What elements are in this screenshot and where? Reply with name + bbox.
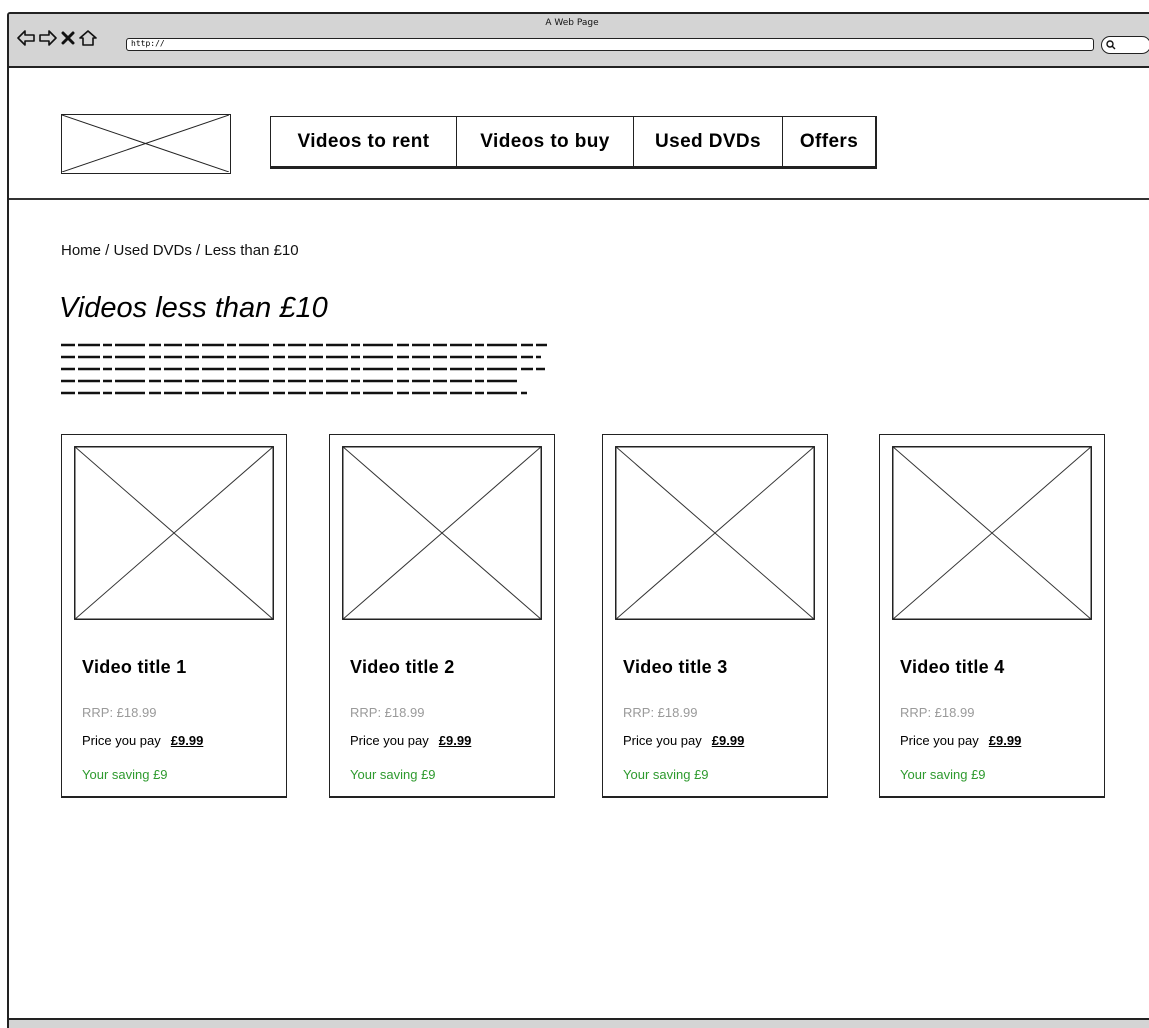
product-rrp: RRP: £18.99: [900, 705, 975, 720]
nav-videos-to-rent[interactable]: Videos to rent: [271, 117, 457, 166]
nav-used-dvds[interactable]: Used DVDs: [634, 117, 783, 166]
price-label: Price you pay: [623, 733, 702, 748]
browser-nav-buttons: [17, 30, 97, 46]
product-saving: Your saving £9: [350, 767, 436, 782]
nav-videos-to-buy[interactable]: Videos to buy: [457, 117, 634, 166]
product-title: Video title 4: [900, 657, 1005, 677]
product-image-placeholder: [615, 446, 815, 620]
browser-window: A Web Page http:// Videos to rent Videos…: [7, 12, 1149, 1028]
main-navigation: Videos to rent Videos to buy Used DVDs O…: [270, 116, 877, 169]
page-title: Videos less than £10: [59, 292, 328, 324]
placeholder-text-block: [61, 343, 547, 395]
forward-arrow-icon[interactable]: [39, 30, 57, 46]
home-icon[interactable]: [79, 30, 97, 46]
product-title: Video title 2: [350, 657, 455, 677]
product-rrp: RRP: £18.99: [350, 705, 425, 720]
search-icon: [1106, 40, 1116, 50]
logo-placeholder[interactable]: [61, 114, 231, 174]
product-image-placeholder: [74, 446, 274, 620]
product-card[interactable]: Video title 4 RRP: £18.99 Price you pay £…: [879, 434, 1105, 798]
product-card[interactable]: Video title 3 RRP: £18.99 Price you pay £…: [602, 434, 828, 798]
browser-toolbar: A Web Page http://: [9, 14, 1149, 68]
product-price[interactable]: £9.99: [439, 733, 472, 748]
product-saving: Your saving £9: [82, 767, 168, 782]
product-card[interactable]: Video title 1 RRP: £18.99 Price you pay £…: [61, 434, 287, 798]
address-bar[interactable]: http://: [126, 38, 1094, 51]
product-saving: Your saving £9: [623, 767, 709, 782]
back-arrow-icon[interactable]: [17, 30, 35, 46]
browser-status-bar: [9, 1018, 1149, 1028]
close-icon[interactable]: [61, 30, 75, 46]
product-rrp: RRP: £18.99: [82, 705, 157, 720]
price-label: Price you pay: [350, 733, 429, 748]
breadcrumb[interactable]: Home / Used DVDs / Less than £10: [61, 242, 299, 259]
product-price[interactable]: £9.99: [989, 733, 1022, 748]
product-price[interactable]: £9.99: [171, 733, 204, 748]
window-title: A Web Page: [545, 18, 599, 28]
product-title: Video title 3: [623, 657, 728, 677]
product-image-placeholder: [342, 446, 542, 620]
product-rrp: RRP: £18.99: [623, 705, 698, 720]
product-price-row: Price you pay £9.99: [350, 733, 471, 748]
product-price[interactable]: £9.99: [712, 733, 745, 748]
product-price-row: Price you pay £9.99: [82, 733, 203, 748]
product-saving: Your saving £9: [900, 767, 986, 782]
product-price-row: Price you pay £9.99: [900, 733, 1021, 748]
nav-offers[interactable]: Offers: [783, 117, 875, 166]
product-title: Video title 1: [82, 657, 187, 677]
price-label: Price you pay: [900, 733, 979, 748]
product-price-row: Price you pay £9.99: [623, 733, 744, 748]
browser-search-field[interactable]: [1101, 36, 1149, 54]
product-card[interactable]: Video title 2 RRP: £18.99 Price you pay £…: [329, 434, 555, 798]
site-header: Videos to rent Videos to buy Used DVDs O…: [9, 70, 1149, 200]
product-image-placeholder: [892, 446, 1092, 620]
price-label: Price you pay: [82, 733, 161, 748]
